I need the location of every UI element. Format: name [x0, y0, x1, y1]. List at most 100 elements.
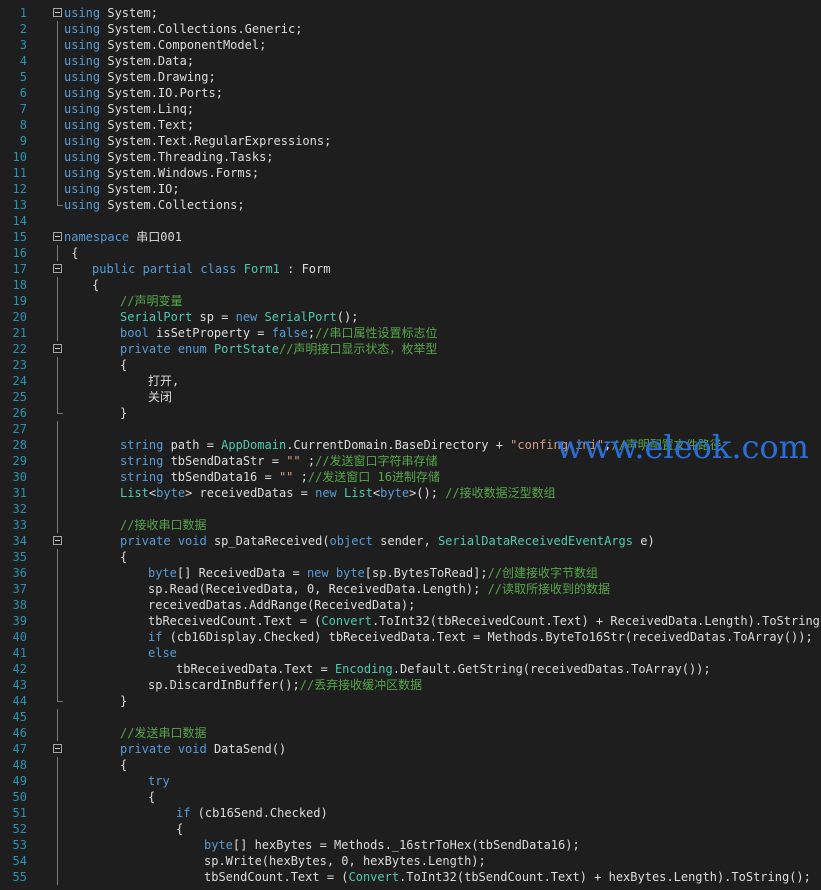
code-token: System.Drawing; — [100, 70, 216, 84]
code-line[interactable]: 1 using System; — [0, 5, 821, 21]
code-line[interactable]: 11 using System.Windows.Forms; — [0, 165, 821, 181]
code-line[interactable]: 47 private void DataSend() — [0, 741, 821, 757]
code-token: //读取所接收到的数据 — [487, 582, 611, 596]
code-line[interactable]: 37 sp.Read(ReceivedData, 0, ReceivedData.… — [0, 581, 821, 597]
code-line[interactable]: 40 if (cb16Display.Checked) tbReceivedDat… — [0, 629, 821, 645]
code-line[interactable]: 42 tbReceivedData.Text = Encoding.Default… — [0, 661, 821, 677]
code-line[interactable]: 20 SerialPort sp = new SerialPort(); — [0, 309, 821, 325]
outline-guide — [57, 629, 58, 645]
line-number: 8 — [19, 118, 27, 132]
outline-guide — [57, 661, 58, 677]
code-token: : — [279, 262, 302, 276]
code-line[interactable]: 38 receivedDatas.AddRange(ReceivedData); — [0, 597, 821, 613]
line-number: 22 — [12, 342, 27, 356]
line-number: 5 — [19, 70, 27, 84]
code-line[interactable]: 4 using System.Data; — [0, 53, 821, 69]
line-number: 49 — [12, 774, 27, 788]
code-line[interactable]: 23 { — [0, 357, 821, 373]
code-token: sp.DiscardInBuffer(); — [148, 678, 300, 692]
code-line[interactable]: 13 using System.Collections; — [0, 197, 821, 213]
code-line[interactable]: 33 //接收串口数据 — [0, 517, 821, 533]
code-text: using System.Drawing; — [64, 69, 216, 85]
code-line[interactable]: 31 List<byte> receivedDatas = new List<by… — [0, 485, 821, 501]
code-token: using — [64, 6, 101, 20]
code-line[interactable]: 43 sp.DiscardInBuffer();//丢弃接收缓冲区数据 — [0, 677, 821, 693]
code-line[interactable]: 3 using System.ComponentModel; — [0, 37, 821, 53]
code-line[interactable]: 48 { — [0, 757, 821, 773]
code-line[interactable]: 54 sp.Write(hexBytes, 0, hexBytes.Length)… — [0, 853, 821, 869]
outline-guide — [57, 21, 58, 37]
code-text: using System; — [64, 5, 158, 21]
outline-guide — [57, 453, 58, 469]
line-number: 36 — [12, 566, 27, 580]
code-token: { — [120, 550, 128, 564]
code-text: using System.Text.RegularExpressions; — [64, 133, 331, 149]
code-line[interactable]: 30 string tbSendData16 = "" ;//发送窗口 16进制存… — [0, 469, 821, 485]
collapse-icon[interactable] — [53, 8, 62, 17]
collapse-icon[interactable] — [53, 744, 62, 753]
code-text: tbReceivedData.Text = Encoding.Default.G… — [176, 661, 711, 677]
code-token: public — [92, 262, 136, 276]
code-token: SerialDataReceivedEventArgs — [437, 534, 634, 548]
code-line[interactable]: 55 tbSendCount.Text = (Convert.ToInt32(tb… — [0, 869, 821, 885]
code-line[interactable]: 46 //发送串口数据 — [0, 725, 821, 741]
outline-guide — [57, 837, 58, 853]
code-text: 关闭 — [148, 389, 172, 405]
collapse-icon[interactable] — [53, 264, 62, 273]
code-line[interactable]: 19 //声明变量 — [0, 293, 821, 309]
code-text: using System.Collections.Generic; — [64, 21, 302, 37]
line-number: 46 — [12, 726, 27, 740]
code-line[interactable]: 44} — [0, 693, 821, 709]
code-line[interactable]: 7 using System.Linq; — [0, 101, 821, 117]
code-line[interactable]: 36 byte[] ReceivedData = new byte[sp.Byte… — [0, 565, 821, 581]
code-token: try — [148, 774, 170, 788]
code-text: string tbSendData16 = "" ;//发送窗口 16进制存储 — [120, 469, 440, 485]
code-line[interactable]: 10 using System.Threading.Tasks; — [0, 149, 821, 165]
code-token: [] ReceivedData = — [176, 566, 307, 580]
collapse-icon[interactable] — [53, 232, 62, 241]
code-token: //创建接收字节数组 — [487, 566, 599, 580]
code-line[interactable]: 18 { — [0, 277, 821, 293]
code-line[interactable]: 22 private enum PortState//声明接口显示状态，枚举型 — [0, 341, 821, 357]
code-line[interactable]: 25 关闭 — [0, 389, 821, 405]
code-line[interactable]: 12 using System.IO; — [0, 181, 821, 197]
code-line[interactable]: 2 using System.Collections.Generic; — [0, 21, 821, 37]
line-number: 4 — [19, 54, 27, 68]
code-line[interactable]: 50 { — [0, 789, 821, 805]
code-line[interactable]: 26} — [0, 405, 821, 421]
code-token: .ToInt32(tbSendCount.Text) + hexBytes.Le… — [399, 870, 811, 884]
code-line[interactable]: 8 using System.Text; — [0, 117, 821, 133]
code-line[interactable]: 52 { — [0, 821, 821, 837]
code-line[interactable]: 39 tbReceivedCount.Text = (Convert.ToInt3… — [0, 613, 821, 629]
code-line[interactable]: 32 — [0, 501, 821, 517]
code-line[interactable]: 35 { — [0, 549, 821, 565]
code-line[interactable]: 34 private void sp_DataReceived(object se… — [0, 533, 821, 549]
code-token: isSetProperty = — [148, 326, 272, 340]
code-line[interactable]: 15 namespace 串口001 — [0, 229, 821, 245]
code-line[interactable]: 45 — [0, 709, 821, 725]
code-line[interactable]: 51 if (cb16Send.Checked) — [0, 805, 821, 821]
code-token: (cb16Send.Checked) — [190, 806, 328, 820]
collapse-icon[interactable] — [53, 536, 62, 545]
code-token: if — [176, 806, 191, 820]
code-text: { — [120, 757, 127, 773]
code-line[interactable]: 41 else — [0, 645, 821, 661]
code-line[interactable]: 9 using System.Text.RegularExpressions; — [0, 133, 821, 149]
outline-guide — [57, 469, 58, 485]
code-line[interactable]: 16 { — [0, 245, 821, 261]
code-token: receivedDatas.AddRange(ReceivedData); — [148, 598, 416, 612]
code-line[interactable]: 17 public partial class Form1 : Form — [0, 261, 821, 277]
code-line[interactable]: 49 try — [0, 773, 821, 789]
code-token: { — [92, 278, 100, 292]
code-line[interactable]: 14 — [0, 213, 821, 229]
code-text: } — [120, 405, 127, 421]
outline-guide — [57, 373, 58, 389]
code-line[interactable]: 5 using System.Drawing; — [0, 69, 821, 85]
code-line[interactable]: 21 bool isSetProperty = false;//串口属性设置标志位 — [0, 325, 821, 341]
code-line[interactable]: 24 打开, — [0, 373, 821, 389]
code-line[interactable]: 6 using System.IO.Ports; — [0, 85, 821, 101]
collapse-icon[interactable] — [53, 344, 62, 353]
outline-guide — [57, 709, 58, 725]
code-line[interactable]: 53 byte[] hexBytes = Methods._16strToHex(… — [0, 837, 821, 853]
